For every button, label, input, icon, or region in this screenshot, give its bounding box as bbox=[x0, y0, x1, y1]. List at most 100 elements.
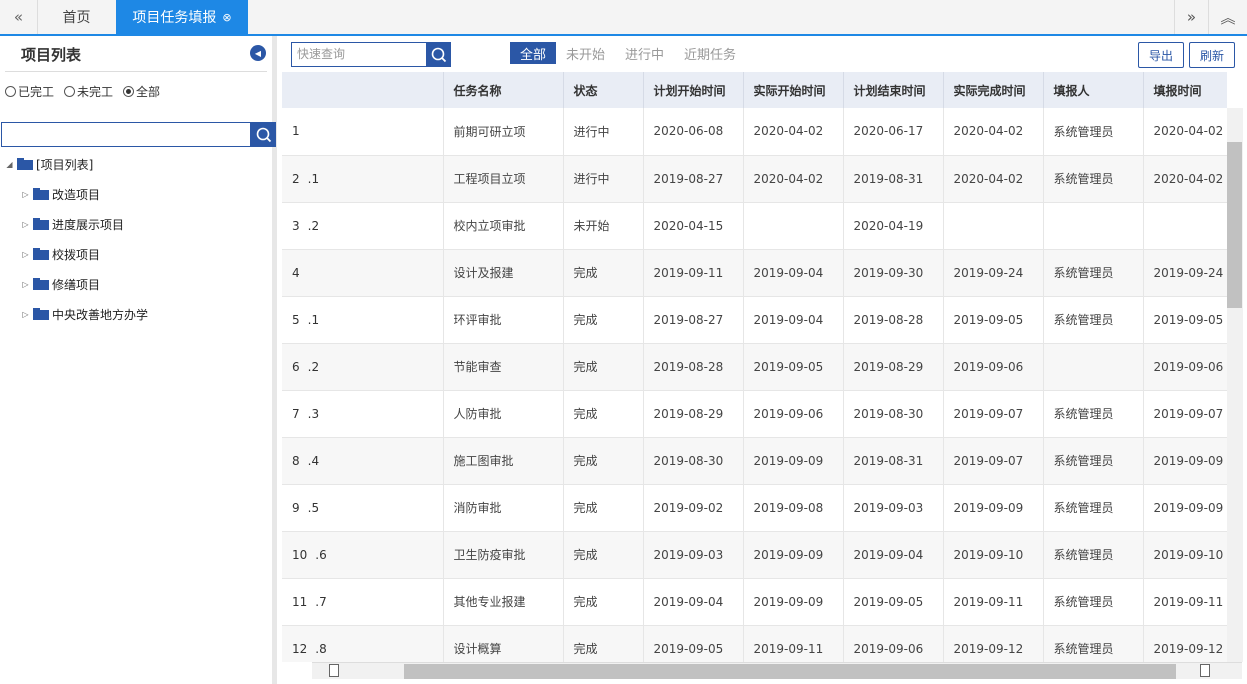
actual-start-cell: 2019-09-04 bbox=[743, 249, 844, 297]
quick-search-button[interactable] bbox=[427, 42, 451, 67]
task-name-cell: 环评审批 bbox=[443, 296, 564, 344]
radio-all[interactable]: 全部 bbox=[123, 83, 160, 100]
column-header-actual-end[interactable]: 实际完成时间 bbox=[943, 72, 1044, 108]
actual-start-cell: 2019-09-09 bbox=[743, 437, 844, 485]
scroll-left-button[interactable] bbox=[329, 664, 339, 677]
actual-end-cell: 2019-09-12 bbox=[943, 625, 1044, 662]
collapse-panel-icon[interactable]: ◀ bbox=[250, 45, 266, 61]
plan-end-cell: 2019-08-31 bbox=[843, 155, 944, 203]
report-time-cell: 2020-04-02 bbox=[1143, 155, 1227, 203]
table-row[interactable]: 6.2 节能审查 完成 2019-08-28 2019-09-05 2019-08-29 2… bbox=[282, 343, 1227, 391]
table-row[interactable]: 10.6 卫生防疫审批 完成 2019-09-03 2019-09-09 2019-09-… bbox=[282, 531, 1227, 579]
task-name-cell: 节能审查 bbox=[443, 343, 564, 391]
row-number: 9 bbox=[292, 500, 300, 515]
actual-start-cell bbox=[743, 202, 844, 250]
row-index-cell: 7.3 bbox=[282, 390, 444, 438]
column-header-reporter[interactable]: 填报人 bbox=[1043, 72, 1144, 108]
quick-search-input[interactable]: 快速查询 bbox=[291, 42, 427, 67]
tree-item-progress-display[interactable]: ▷ 进度展示项目 bbox=[21, 214, 124, 234]
tree-root[interactable]: ◢ [项目列表] bbox=[5, 154, 93, 174]
reporter-cell: 系统管理员 bbox=[1043, 390, 1144, 438]
table-header-row: 任务名称 状态 计划开始时间 实际开始时间 计划结束时间 实际完成时间 填报人 … bbox=[282, 72, 1227, 108]
table-row[interactable]: 2.1 工程项目立项 进行中 2019-08-27 2020-04-02 2019-08-… bbox=[282, 155, 1227, 203]
search-icon bbox=[256, 127, 271, 142]
tab-home[interactable]: 首页 bbox=[38, 0, 115, 34]
expanded-arrow-icon[interactable]: ◢ bbox=[5, 160, 14, 169]
tree-item-central-support[interactable]: ▷ 中央改善地方办学 bbox=[21, 304, 148, 324]
report-time-cell: 2020-04-02 bbox=[1143, 108, 1227, 156]
plan-end-cell: 2019-09-04 bbox=[843, 531, 944, 579]
column-header-report-time[interactable]: 填报时间 bbox=[1143, 72, 1227, 108]
tree-item-school-allocation[interactable]: ▷ 校拨项目 bbox=[21, 244, 100, 264]
horizontal-scrollbar[interactable] bbox=[312, 662, 1242, 679]
actual-end-cell: 2019-09-09 bbox=[943, 484, 1044, 532]
collapsed-arrow-icon[interactable]: ▷ bbox=[21, 220, 30, 229]
task-table: 任务名称 状态 计划开始时间 实际开始时间 计划结束时间 实际完成时间 填报人 … bbox=[282, 72, 1227, 662]
table-row[interactable]: 9.5 消防审批 完成 2019-09-02 2019-09-08 2019-09-03 2… bbox=[282, 484, 1227, 532]
plan-end-cell: 2020-04-19 bbox=[843, 202, 944, 250]
filter-not-started[interactable]: 未开始 bbox=[556, 42, 615, 64]
tree-item-repair[interactable]: ▷ 修缮项目 bbox=[21, 274, 100, 294]
table-row[interactable]: 3.2 校内立项审批 未开始 2020-04-15 2020-04-19 bbox=[282, 202, 1227, 250]
project-search-button[interactable] bbox=[251, 122, 276, 147]
actual-end-cell: 2019-09-11 bbox=[943, 578, 1044, 626]
tab-project-task-report[interactable]: 项目任务填报 ⊗ bbox=[116, 0, 248, 34]
scroll-tabs-left-icon[interactable]: « bbox=[0, 0, 38, 34]
table-row[interactable]: 8.4 施工图审批 完成 2019-08-30 2019-09-09 2019-08-31… bbox=[282, 437, 1227, 485]
tree-item-label: 中央改善地方办学 bbox=[52, 307, 149, 322]
column-header-plan-end[interactable]: 计划结束时间 bbox=[843, 72, 944, 108]
column-header-plan-start[interactable]: 计划开始时间 bbox=[643, 72, 744, 108]
table-row[interactable]: 12.8 设计概算 完成 2019-09-05 2019-09-11 2019-09-06… bbox=[282, 625, 1227, 662]
vertical-scrollbar[interactable] bbox=[1227, 108, 1243, 662]
reporter-cell: 系统管理员 bbox=[1043, 578, 1144, 626]
column-header-task-name[interactable]: 任务名称 bbox=[443, 72, 564, 108]
collapsed-arrow-icon[interactable]: ▷ bbox=[21, 250, 30, 259]
horizontal-scroll-thumb[interactable] bbox=[404, 664, 1176, 679]
scroll-right-button[interactable] bbox=[1200, 664, 1210, 677]
row-number: 10 bbox=[292, 547, 308, 562]
radio-completed[interactable]: 已完工 bbox=[5, 83, 54, 100]
row-sub-number: .8 bbox=[315, 641, 327, 656]
row-number: 1 bbox=[292, 124, 300, 139]
task-name-cell: 前期可研立项 bbox=[443, 108, 564, 156]
table-row[interactable]: 7.3 人防审批 完成 2019-08-29 2019-09-06 2019-08-30 2… bbox=[282, 390, 1227, 438]
collapsed-arrow-icon[interactable]: ▷ bbox=[21, 280, 30, 289]
row-index-cell: 4 bbox=[282, 249, 444, 297]
actual-start-cell: 2019-09-09 bbox=[743, 531, 844, 579]
collapse-header-icon[interactable]: ︽ bbox=[1208, 0, 1247, 34]
plan-start-cell: 2019-09-02 bbox=[643, 484, 744, 532]
column-header-status[interactable]: 状态 bbox=[563, 72, 644, 108]
table-row[interactable]: 1 前期可研立项 进行中 2020-06-08 2020-04-02 2020-06-17… bbox=[282, 108, 1227, 156]
column-header-actual-start[interactable]: 实际开始时间 bbox=[743, 72, 844, 108]
divider bbox=[5, 71, 267, 72]
vertical-scroll-thumb[interactable] bbox=[1227, 142, 1242, 308]
scroll-tabs-right-icon[interactable]: » bbox=[1174, 0, 1208, 34]
tree-item-renovation[interactable]: ▷ 改造项目 bbox=[21, 184, 100, 204]
filter-recent-tasks[interactable]: 近期任务 bbox=[674, 42, 746, 64]
row-number: 5 bbox=[292, 312, 300, 327]
status-filter-tabs: 全部 未开始 进行中 近期任务 bbox=[510, 42, 746, 64]
folder-icon bbox=[17, 158, 33, 170]
reporter-cell: 系统管理员 bbox=[1043, 625, 1144, 662]
report-time-cell: 2019-09-09 bbox=[1143, 437, 1227, 485]
reporter-cell: 系统管理员 bbox=[1043, 484, 1144, 532]
filter-all[interactable]: 全部 bbox=[510, 42, 557, 64]
collapsed-arrow-icon[interactable]: ▷ bbox=[21, 310, 30, 319]
table-row[interactable]: 11.7 其他专业报建 完成 2019-09-04 2019-09-09 2019-09-… bbox=[282, 578, 1227, 626]
reporter-cell: 系统管理员 bbox=[1043, 249, 1144, 297]
column-header-index[interactable] bbox=[282, 72, 444, 108]
plan-start-cell: 2019-08-28 bbox=[643, 343, 744, 391]
refresh-button[interactable]: 刷新 bbox=[1189, 42, 1235, 68]
radio-not-completed[interactable]: 未完工 bbox=[64, 83, 113, 100]
table-row[interactable]: 4 设计及报建 完成 2019-09-11 2019-09-04 2019-09-30 20… bbox=[282, 249, 1227, 297]
row-number: 7 bbox=[292, 406, 300, 421]
project-search-input[interactable] bbox=[1, 122, 251, 147]
filter-in-progress[interactable]: 进行中 bbox=[615, 42, 674, 64]
close-tab-icon[interactable]: ⊗ bbox=[222, 11, 231, 24]
status-cell: 进行中 bbox=[563, 155, 644, 203]
task-name-cell: 消防审批 bbox=[443, 484, 564, 532]
export-button[interactable]: 导出 bbox=[1138, 42, 1184, 68]
table-row[interactable]: 5.1 环评审批 完成 2019-08-27 2019-09-04 2019-08-28 2… bbox=[282, 296, 1227, 344]
collapsed-arrow-icon[interactable]: ▷ bbox=[21, 190, 30, 199]
tree-item-label: 改造项目 bbox=[52, 187, 101, 202]
